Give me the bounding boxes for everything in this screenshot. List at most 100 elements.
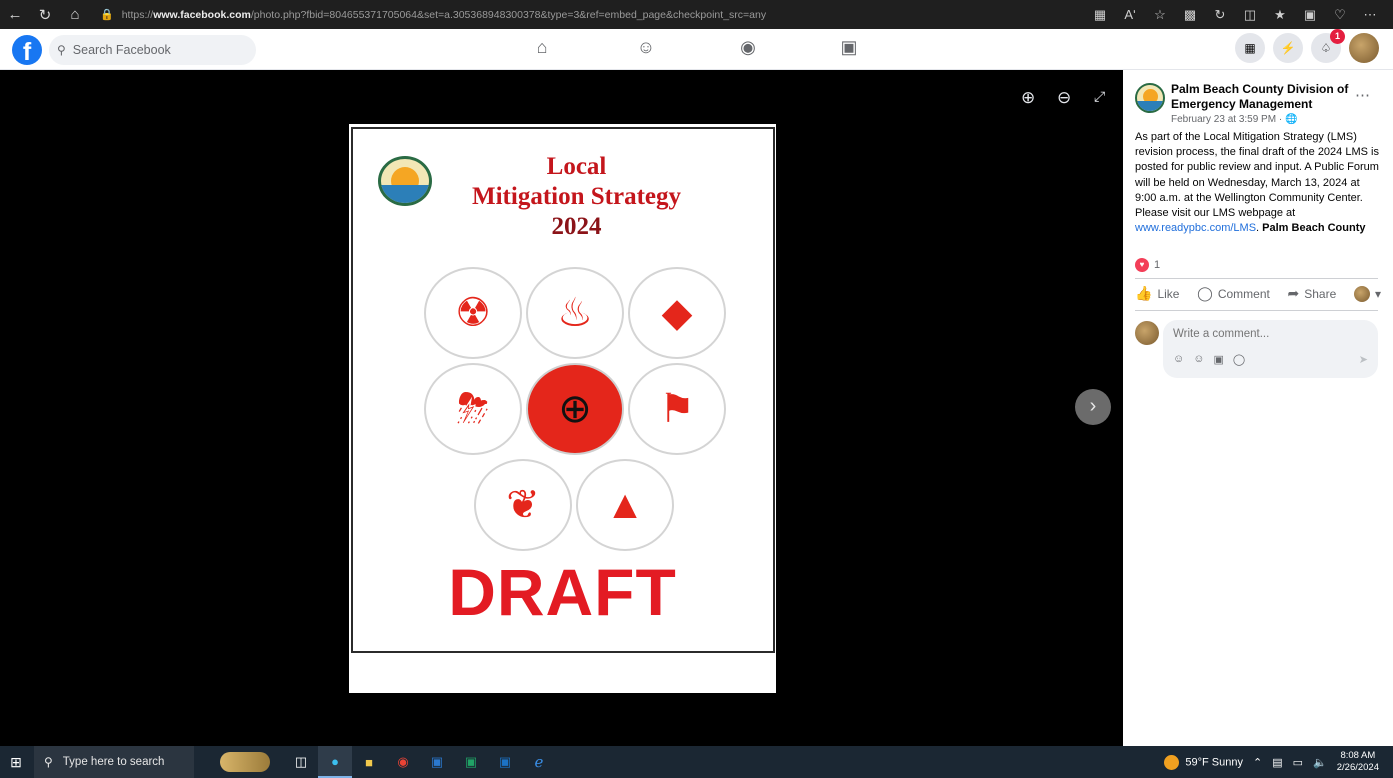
share-button[interactable]: ➦ Share xyxy=(1288,285,1337,302)
title-line-1: Local xyxy=(546,153,607,180)
next-photo-button[interactable]: › xyxy=(1075,389,1111,425)
notification-badge: 1 xyxy=(1330,29,1345,44)
like-label: Like xyxy=(1157,286,1180,301)
file-explorer-icon[interactable]: ■ xyxy=(352,746,386,778)
radiation-hazard-icon: ☢ xyxy=(424,267,522,359)
target-hazard-icon: ⊕ xyxy=(526,363,624,455)
favorites-icon[interactable]: ★ xyxy=(1265,7,1295,23)
friends-nav-icon[interactable]: ☺ xyxy=(634,37,658,58)
volume-icon[interactable]: 🔈 xyxy=(1313,756,1327,769)
lms-link[interactable]: www.readypbc.com/LMS xyxy=(1135,222,1256,234)
post-actions: 👍 Like ◯ Comment ➦ Share ▾ xyxy=(1135,285,1381,302)
taskbar-search[interactable]: ⚲ Type here to search xyxy=(34,746,194,778)
notifications-button[interactable]: ♤ 1 xyxy=(1311,29,1345,63)
document-image: Local Mitigation Strategy 2024 ☢ ♨ ◆ ⛈ ⊕… xyxy=(349,124,776,693)
gaming-nav-icon[interactable]: ▣ xyxy=(837,37,861,58)
bird-disease-hazard-icon: ❦ xyxy=(474,459,572,551)
avatar-sticker-icon[interactable]: ☺ xyxy=(1173,353,1184,366)
apps-icon[interactable]: ▦ xyxy=(1085,7,1115,23)
system-tray: 59°F Sunny ⌃ ▤ ▭ 🔈 8:08 AM 2/26/2024 xyxy=(1164,746,1393,778)
page-avatar[interactable] xyxy=(1135,83,1165,113)
gif-icon[interactable]: ▣ xyxy=(1213,353,1223,366)
post-timestamp[interactable]: February 23 at 3:59 PM · 🌐 xyxy=(1171,114,1297,125)
internet-explorer-icon[interactable]: ℯ xyxy=(522,746,556,778)
reaction-count: 1 xyxy=(1154,259,1161,271)
fullscreen-icon[interactable]: ⤢ xyxy=(1094,88,1105,105)
more-menu-icon[interactable]: ⋯ xyxy=(1355,7,1385,23)
show-hidden-icons-icon[interactable]: ⌃ xyxy=(1253,756,1262,769)
comment-button[interactable]: ◯ Comment xyxy=(1197,285,1270,302)
windows-start-icon[interactable]: ⊞ xyxy=(0,754,32,771)
browser-toolbar: ← ↻ ⌂ 🔒 https://www.facebook.com/photo.p… xyxy=(0,0,1393,29)
share-icon: ➦ xyxy=(1287,285,1300,301)
home-icon[interactable]: ⌂ xyxy=(60,6,90,23)
edge-icon[interactable]: ● xyxy=(318,746,352,778)
excel-icon[interactable]: ▣ xyxy=(454,746,488,778)
collections-icon[interactable]: ▣ xyxy=(1295,7,1325,23)
comment-box: ☺ ☺ ▣ ◯ ➤ xyxy=(1163,320,1378,378)
facebook-search[interactable]: ⚲ Search Facebook xyxy=(49,35,256,65)
facebook-header: f ⚲ Search Facebook ⌂ ☺ ◉ ▣ ▦ ⚡ ♤ 1 xyxy=(0,29,1393,70)
favorite-star-icon[interactable]: ☆ xyxy=(1145,7,1175,23)
hazmat-hazard-icon: ◆ xyxy=(628,267,726,359)
civil-unrest-hazard-icon: ⚑ xyxy=(628,363,726,455)
menu-grid-button[interactable]: ▦ xyxy=(1235,33,1265,63)
draft-stamp: DRAFT xyxy=(448,555,677,629)
word-icon[interactable]: ▣ xyxy=(420,746,454,778)
account-avatar[interactable] xyxy=(1349,33,1379,63)
search-highlight-image[interactable] xyxy=(220,752,270,772)
refresh-extension-icon[interactable]: ↻ xyxy=(1205,7,1235,23)
zoom-in-icon[interactable]: ⊕ xyxy=(1021,88,1035,108)
globe-icon: 🌐 xyxy=(1284,114,1298,125)
comment-icon: ◯ xyxy=(1197,285,1213,301)
title-line-3: 2024 xyxy=(551,213,602,240)
split-screen-icon[interactable]: ◫ xyxy=(1235,7,1265,23)
network-icon[interactable]: ▤ xyxy=(1272,756,1282,769)
clock-date: 2/26/2024 xyxy=(1336,762,1379,773)
extension-icon[interactable]: ▩ xyxy=(1175,7,1205,23)
fire-hazard-icon: ♨ xyxy=(526,267,624,359)
url-prefix: https:// xyxy=(121,8,154,21)
chevron-down-icon: ▾ xyxy=(1374,286,1381,301)
reaction-summary[interactable]: ♥ 1 xyxy=(1135,258,1160,272)
post-panel: Palm Beach County Division of Emergency … xyxy=(1123,70,1393,746)
search-icon: ⚲ xyxy=(44,755,53,769)
clock[interactable]: 8:08 AM 2/26/2024 xyxy=(1337,750,1379,774)
thumbs-up-icon: 👍 xyxy=(1135,285,1153,301)
send-icon[interactable]: ➤ xyxy=(1359,353,1368,366)
messenger-button[interactable]: ⚡ xyxy=(1273,33,1303,63)
address-bar[interactable]: 🔒 https://www.facebook.com/photo.php?fbi… xyxy=(94,4,1077,26)
page-name-link[interactable]: Palm Beach County Division of Emergency … xyxy=(1171,82,1351,112)
chrome-icon[interactable]: ◉ xyxy=(386,746,420,778)
refresh-icon[interactable]: ↻ xyxy=(30,6,60,24)
post-bold-tail[interactable]: Palm Beach County xyxy=(1262,222,1365,234)
lock-icon[interactable]: 🔒 xyxy=(100,8,114,21)
weather-widget[interactable]: 59°F Sunny xyxy=(1164,754,1243,770)
display-icon[interactable]: ▭ xyxy=(1293,756,1303,769)
love-reaction-icon: ♥ xyxy=(1135,258,1149,272)
post-after-link: . xyxy=(1256,222,1260,235)
windows-taskbar: ⊞ ⚲ Type here to search ◫ ● ■ ◉ ▣ ▣ ▣ ℯ … xyxy=(0,746,1393,778)
search-icon: ⚲ xyxy=(57,43,66,57)
weather-text: 59°F Sunny xyxy=(1185,755,1243,768)
like-button[interactable]: 👍 Like xyxy=(1135,285,1179,302)
commenter-avatar[interactable] xyxy=(1135,321,1159,345)
grid-icon: ▦ xyxy=(1244,41,1256,55)
photo-viewer: ⊕ ⊖ ⤢ › Local Mitigation Strategy 2024 ☢… xyxy=(6,70,1123,746)
zoom-out-icon[interactable]: ⊖ xyxy=(1057,88,1071,108)
comment-input[interactable] xyxy=(1173,328,1363,340)
more-options-icon[interactable]: ⋯ xyxy=(1355,86,1371,104)
read-aloud-icon[interactable]: Aʹ xyxy=(1115,7,1145,22)
bell-icon: ♤ xyxy=(1320,41,1332,55)
groups-nav-icon[interactable]: ◉ xyxy=(736,37,760,58)
facebook-logo-icon[interactable]: f xyxy=(12,35,42,65)
reaction-profile-selector[interactable]: ▾ xyxy=(1353,285,1381,302)
home-nav-icon[interactable]: ⌂ xyxy=(530,37,554,58)
outlook-icon[interactable]: ▣ xyxy=(488,746,522,778)
sticker-icon[interactable]: ◯ xyxy=(1233,353,1245,366)
health-icon[interactable]: ♡ xyxy=(1325,7,1355,23)
emoji-icon[interactable]: ☺ xyxy=(1193,353,1204,366)
url-host: www.facebook.com xyxy=(153,8,251,21)
task-view-icon[interactable]: ◫ xyxy=(284,746,318,778)
back-icon[interactable]: ← xyxy=(0,6,30,23)
